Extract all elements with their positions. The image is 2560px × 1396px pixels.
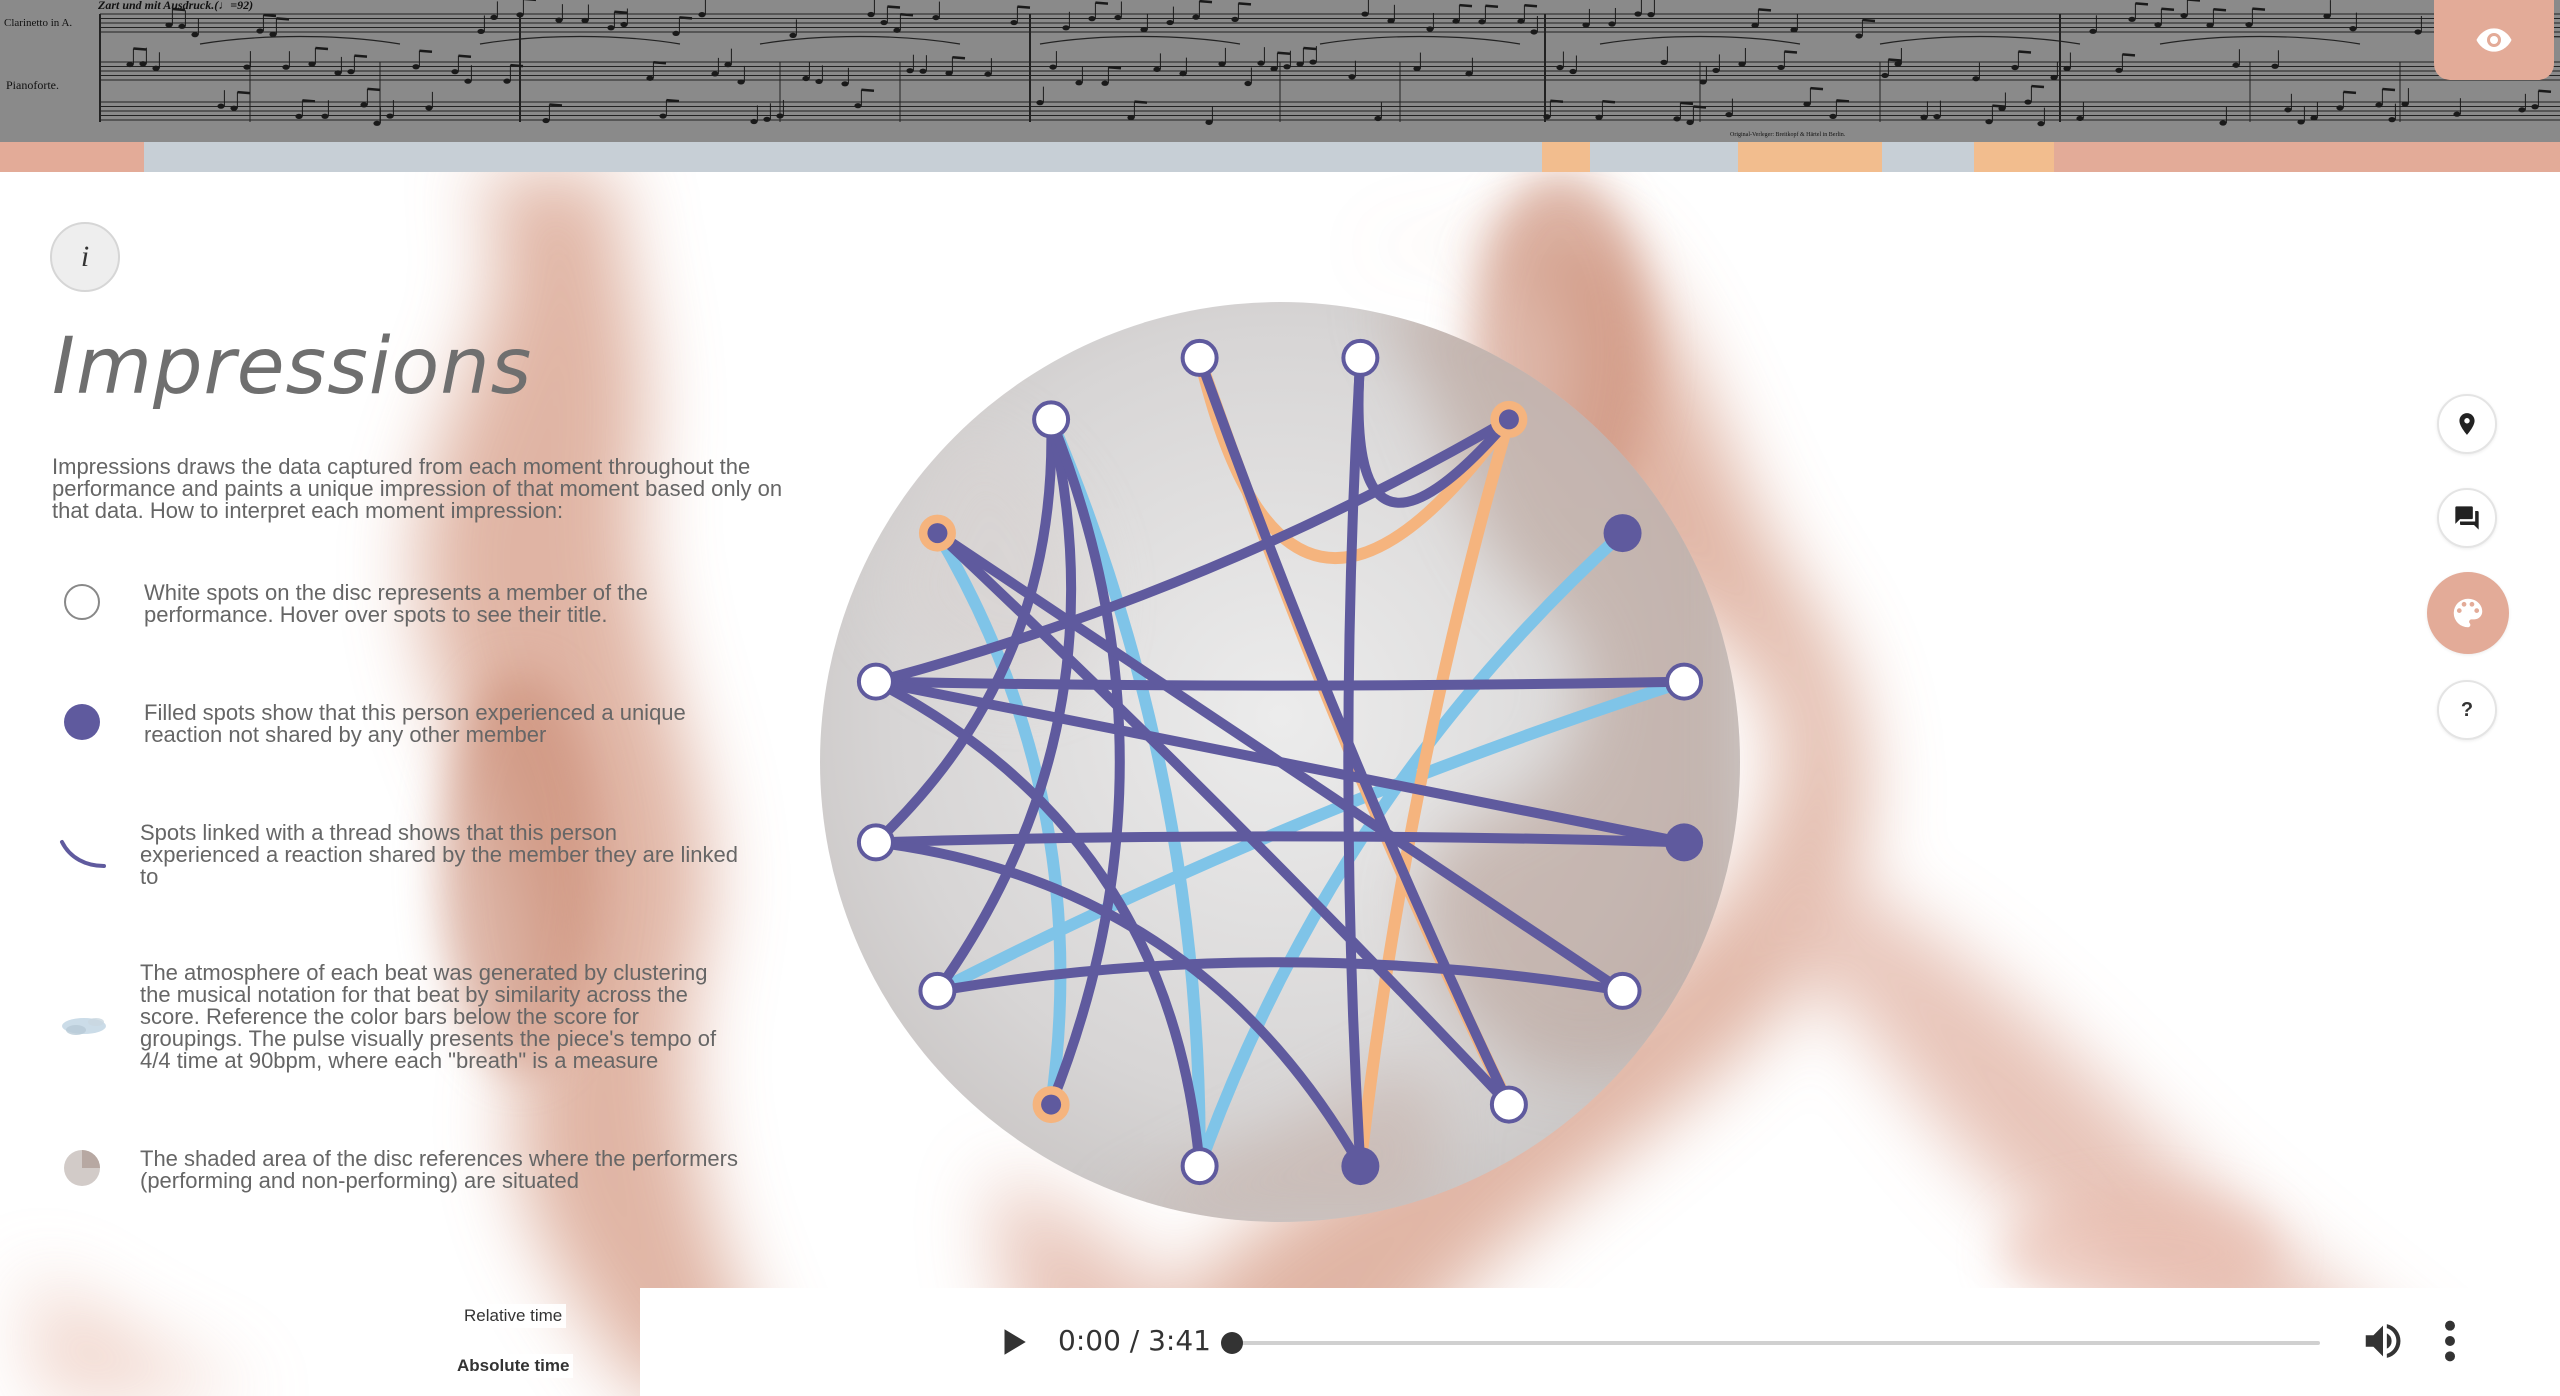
member-spot[interactable] — [1603, 514, 1642, 553]
progress-thumb[interactable] — [1221, 1332, 1243, 1354]
color-bar-segment — [1738, 142, 1882, 172]
legend-text: The shaded area of the disc references w… — [140, 1146, 738, 1193]
score-notation — [99, 0, 2560, 127]
white-spot-icon — [64, 584, 100, 620]
filled-spot-icon — [64, 704, 100, 740]
more-options-icon[interactable] — [2440, 1318, 2460, 1364]
member-spot[interactable] — [1489, 1085, 1528, 1124]
cluster-color-bar — [0, 142, 2560, 172]
comments-button[interactable] — [2437, 488, 2497, 548]
legend-item-filled-spot: Filled spots show that this person exper… — [52, 702, 752, 752]
color-bar-segment — [1590, 142, 1738, 172]
location-button[interactable] — [2437, 394, 2497, 454]
member-spot[interactable] — [918, 971, 957, 1010]
legend-item-atmosphere: The atmosphere of each beat was generate… — [52, 962, 752, 1082]
publisher-note: Original-Verleger: Breitkopf & Härtel in… — [1730, 132, 1846, 138]
audio-player: 0:00 / 3:41 — [640, 1288, 2560, 1396]
member-spot[interactable] — [1341, 1147, 1380, 1186]
color-bar-segment — [2054, 142, 2560, 172]
legend-text: The atmosphere of each beat was generate… — [140, 960, 717, 1073]
intro-text: Impressions draws the data captured from… — [52, 454, 783, 523]
palette-button[interactable] — [2427, 572, 2509, 654]
clarinet-label: Clarinetto in A. — [4, 17, 73, 29]
color-bar-segment — [0, 142, 144, 172]
color-bar-segment — [1882, 142, 1974, 172]
color-bar-segment — [1974, 142, 2054, 172]
location-pin-icon — [2459, 413, 2475, 435]
legend-item-thread: Spots linked with a thread shows that th… — [52, 822, 752, 902]
comments-icon — [2455, 506, 2479, 530]
absolute-time-option[interactable]: Absolute time — [453, 1354, 574, 1378]
shaded-area-icon — [64, 1150, 100, 1186]
member-spot[interactable] — [856, 823, 895, 862]
time-display: 0:00 / 3:41 — [1058, 1324, 1211, 1357]
legend-item-shaded-area: The shaded area of the disc references w… — [52, 1148, 752, 1198]
help-button[interactable]: ? — [2437, 680, 2497, 740]
color-bar-segment — [144, 142, 1542, 172]
palette-icon — [2453, 598, 2483, 628]
member-spot[interactable] — [1665, 662, 1704, 701]
legend-text: Filled spots show that this person exper… — [144, 700, 686, 747]
atmosphere-icon — [62, 1018, 106, 1035]
volume-icon[interactable] — [2360, 1318, 2406, 1364]
thread-icon — [60, 840, 106, 868]
color-bar-segment — [1542, 142, 1590, 172]
impressions-panel: i Impressions Impressions draws the data… — [0, 172, 2560, 1396]
impression-disc[interactable] — [818, 300, 1742, 1224]
legend-item-white-spot: White spots on the disc represents a mem… — [52, 582, 752, 632]
member-spot[interactable] — [1603, 971, 1642, 1010]
score-strip: Zart und mit Ausdruck.(♩=92) Clarinetto … — [0, 0, 2560, 142]
relative-time-option[interactable]: Relative time — [460, 1304, 567, 1328]
eye-icon — [2476, 28, 2512, 52]
page-title: Impressions — [52, 322, 533, 412]
legend-text: Spots linked with a thread shows that th… — [140, 820, 739, 889]
progress-bar[interactable] — [1221, 1332, 2320, 1354]
toggle-score-view-button[interactable] — [2434, 0, 2554, 80]
member-spot-core — [927, 523, 948, 544]
tempo-marking: Zart und mit Ausdruck.(♩=92) — [98, 0, 254, 12]
member-spot[interactable] — [1032, 400, 1071, 439]
member-spot-core — [1041, 1094, 1062, 1115]
piano-label: Pianoforte. — [6, 78, 59, 92]
member-spot[interactable] — [1341, 338, 1380, 377]
member-spot-core — [1498, 409, 1519, 430]
member-spot[interactable] — [1180, 1147, 1219, 1186]
member-spot[interactable] — [856, 662, 895, 701]
member-spot[interactable] — [1665, 823, 1704, 862]
member-spot[interactable] — [1180, 338, 1219, 377]
play-icon[interactable] — [996, 1324, 1030, 1360]
info-button[interactable]: i — [50, 222, 120, 292]
legend-text: White spots on the disc represents a mem… — [144, 580, 648, 627]
